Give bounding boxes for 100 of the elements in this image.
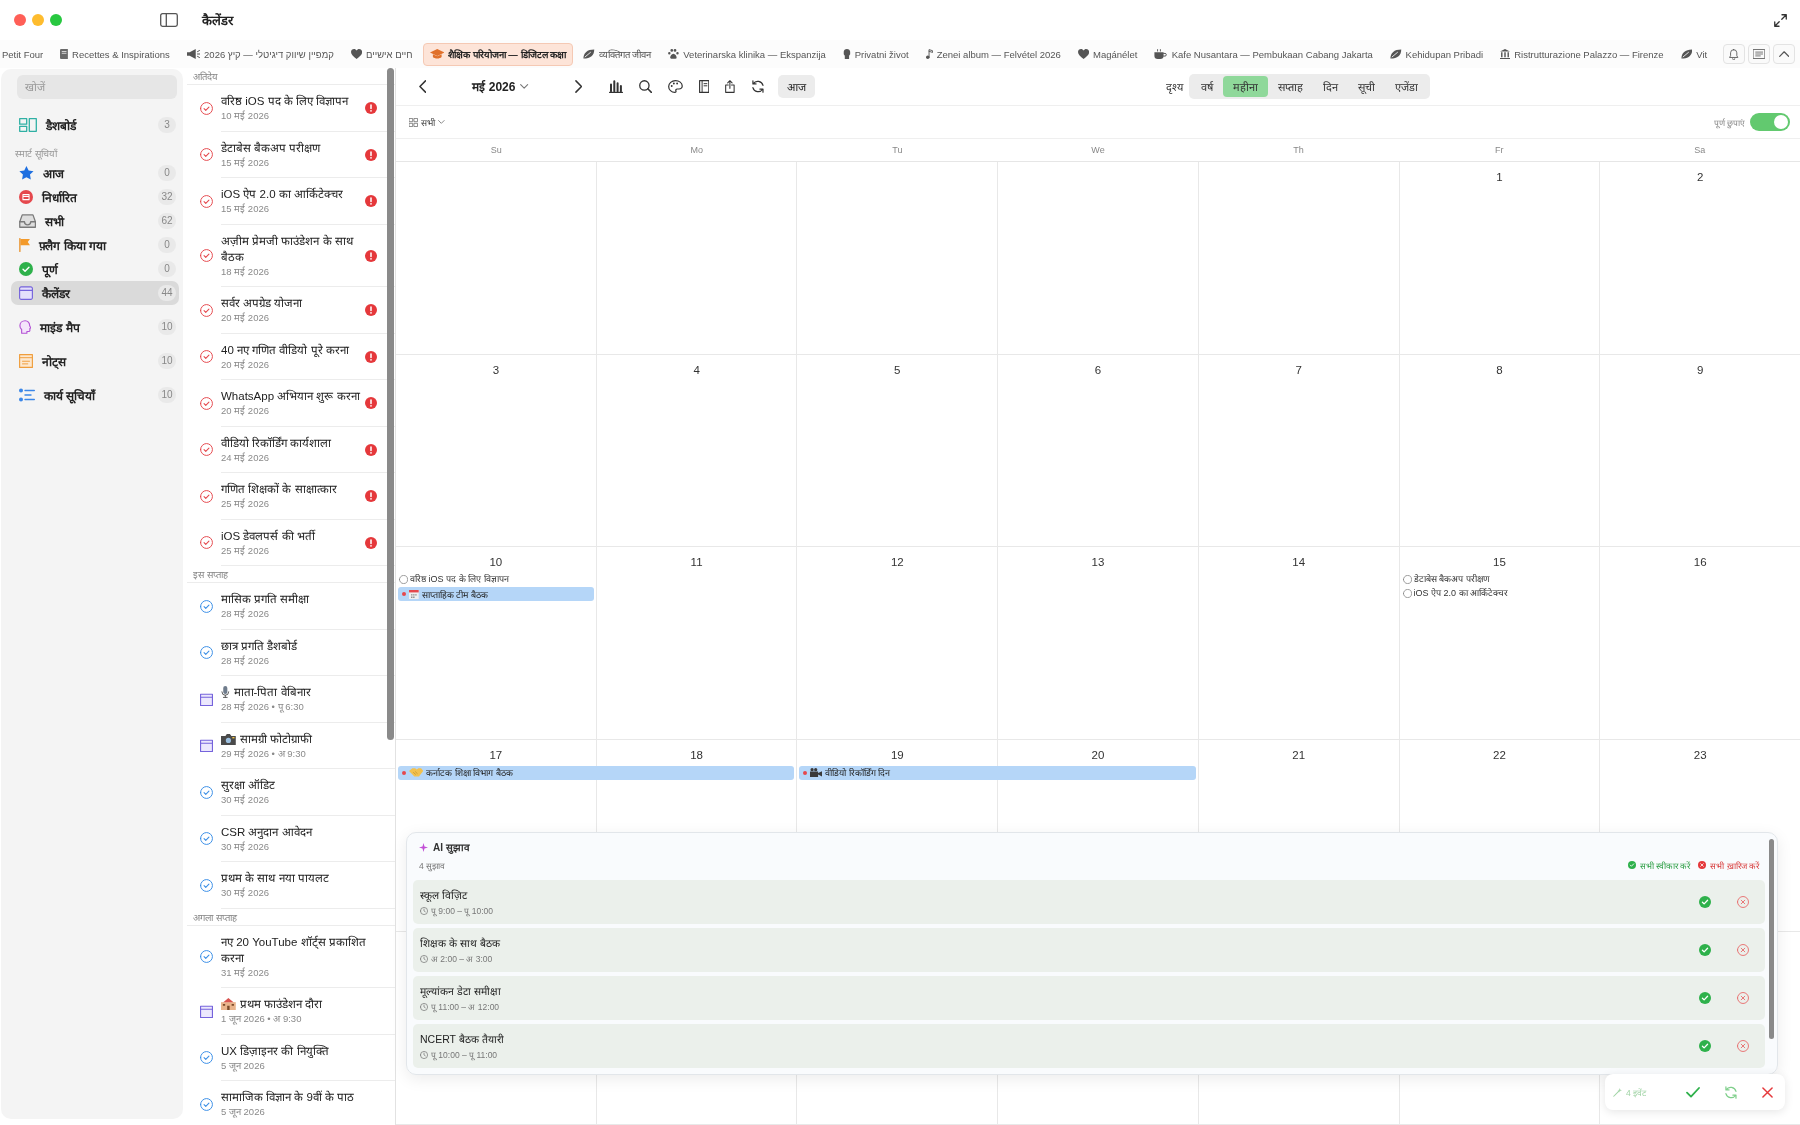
tab[interactable]: Kehidupan Pribadi <box>1382 43 1491 65</box>
toggle-switch[interactable] <box>1750 113 1790 131</box>
tab[interactable]: Ristrutturazione Palazzo — Firenze <box>1493 43 1671 65</box>
close-icon[interactable] <box>1762 1086 1773 1098</box>
view-tab[interactable]: महीना <box>1222 76 1268 97</box>
sidebar-item[interactable]: फ़्लैग किया गया 0 <box>11 233 179 257</box>
close-window-button[interactable] <box>14 14 26 26</box>
exclamation-icon <box>365 443 377 456</box>
chevron-right-icon[interactable] <box>574 80 583 93</box>
task-title[interactable]: WhatsApp अभियान शुरू करना <box>221 388 360 404</box>
tab[interactable]: शैक्षिक परियोजना — डिजिटल कक्षा <box>422 42 574 66</box>
sidebar-item[interactable]: पूर्ण 0 <box>11 257 179 281</box>
collapse-button[interactable] <box>1773 44 1795 64</box>
sidebar-item[interactable]: नोट्स 10 <box>11 349 179 373</box>
task-title[interactable]: नए 20 YouTube शॉर्ट्स प्रकाशित करना <box>221 933 377 966</box>
task-title[interactable]: डेटाबेस बैकअप परीक्षण <box>1413 573 1490 586</box>
checkbox-icon[interactable] <box>399 574 408 584</box>
sidebar-item[interactable]: माइंड मैप 10 <box>11 315 179 339</box>
tab[interactable]: Veterinarska klinika — Ekspanzija <box>661 43 833 65</box>
filter-dropdown[interactable]: सभी <box>409 115 445 129</box>
bar-chart-icon[interactable] <box>609 80 624 93</box>
notebook-icon[interactable] <box>699 80 710 93</box>
chevron-left-icon[interactable] <box>419 80 427 93</box>
palette-icon[interactable] <box>668 80 683 93</box>
panel-button[interactable] <box>1748 44 1770 64</box>
calendar-icon[interactable] <box>200 692 213 706</box>
task-date: 20 मई 2026 <box>221 311 269 325</box>
tab[interactable]: חיים אישיים <box>343 43 420 65</box>
checkbox-icon[interactable] <box>1402 574 1412 584</box>
task-title[interactable]: सुरक्षा ऑडिट <box>221 777 276 793</box>
search-icon[interactable] <box>639 80 653 93</box>
sidebar-item[interactable]: सभी 62 <box>11 209 179 233</box>
notifications-button[interactable] <box>1723 44 1745 64</box>
refresh-icon[interactable] <box>751 80 766 93</box>
task-title[interactable]: छात्र प्रगति डैशबोर्ड <box>221 637 298 654</box>
task-title[interactable]: CSR अनुदान आवेदन <box>221 823 312 840</box>
view-tab[interactable]: वर्ष <box>1190 76 1223 97</box>
tab[interactable]: Petit Four <box>0 43 51 65</box>
view-tab[interactable]: एजेंडा <box>1384 76 1428 97</box>
x-circle-icon[interactable] <box>1737 1040 1749 1052</box>
task-title[interactable]: UX डिज़ाइनर की नियुक्ति <box>221 1042 329 1059</box>
tab[interactable]: Recettes & Inspirations <box>53 43 177 65</box>
calendar-icon[interactable] <box>200 1004 213 1018</box>
sidebar-item[interactable]: कार्य सूचियाँ 10 <box>11 383 179 407</box>
task-title[interactable]: माता-पिता वेबिनार <box>233 684 311 700</box>
task-title[interactable]: सर्वर अपग्रेड योजना <box>221 295 303 311</box>
task-title[interactable]: 40 नए गणित वीडियो पूरे करना <box>221 341 349 358</box>
x-circle-icon[interactable] <box>1737 944 1749 956</box>
view-tab[interactable]: दिन <box>1312 76 1348 97</box>
checkbox-icon[interactable] <box>1402 588 1412 598</box>
tab[interactable]: Kafe Nusantara — Pembukaan Cabang Jakarta <box>1147 43 1380 65</box>
view-tab[interactable]: सप्ताह <box>1267 76 1313 97</box>
x-circle-icon[interactable] <box>1737 896 1749 908</box>
sidebar-item[interactable]: निर्धारित 32 <box>11 185 179 209</box>
reject-all-button[interactable]: सभी ख़ारिज करें <box>1698 859 1759 871</box>
task-title[interactable]: मासिक प्रगति समीक्षा <box>221 591 310 607</box>
task-title[interactable]: वरिष्ठ iOS पद के लिए विज्ञापन <box>410 573 509 586</box>
check-circle-icon[interactable] <box>1699 992 1711 1004</box>
x-circle-icon[interactable] <box>1737 992 1749 1004</box>
sidebar-item[interactable]: कैलेंडर 44 <box>11 281 179 305</box>
tab[interactable]: קמפיין שיווק דיגיטלי — קיץ 2026 <box>179 43 341 65</box>
tab[interactable]: Magánélet <box>1070 43 1145 65</box>
day-number: 15 <box>1493 556 1506 569</box>
tab[interactable]: व्यक्तिगत जीवन <box>576 42 659 66</box>
task-title[interactable]: वीडियो रिकॉर्डिंग कार्यशाला <box>221 434 332 451</box>
event-bar[interactable]: वीडियो रिकॉर्डिंग दिन <box>799 765 1196 780</box>
task-title[interactable]: अज़ीम प्रेमजी फाउंडेशन के साथ बैठक <box>221 232 361 265</box>
task-title[interactable]: iOS ऐप 2.0 का आर्किटेक्चर <box>1413 587 1509 600</box>
task-title[interactable]: iOS ऐप 2.0 का आर्किटेक्चर <box>221 186 343 202</box>
share-icon[interactable] <box>725 80 736 93</box>
task-title[interactable]: वरिष्ठ iOS पद के लिए विज्ञापन <box>221 93 349 109</box>
check-circle-icon[interactable] <box>1699 944 1711 956</box>
calendar-icon[interactable] <box>200 739 213 753</box>
task-title[interactable]: सामाजिक विज्ञान के 9वीं के पाठ <box>221 1089 355 1105</box>
scrollbar-thumb[interactable] <box>387 68 394 740</box>
task-title[interactable]: प्रथम के साथ नया पायलट <box>221 870 329 886</box>
month-picker[interactable]: मई 2026 <box>472 78 529 95</box>
expand-icon[interactable] <box>1774 13 1787 27</box>
tab[interactable]: Vit <box>1673 43 1715 65</box>
count-badge: 0 <box>158 261 176 277</box>
search-field[interactable]: खोजें <box>17 75 177 99</box>
checkmark-icon[interactable] <box>1686 1086 1701 1098</box>
scrollbar-thumb[interactable] <box>1769 839 1774 1039</box>
task-title[interactable]: गणित शिक्षकों के साक्षात्कार <box>221 481 337 497</box>
check-circle-icon[interactable] <box>1699 1040 1711 1052</box>
zoom-window-button[interactable] <box>50 14 62 26</box>
tab[interactable]: Zenei album — Felvétel 2026 <box>918 43 1068 65</box>
view-tab[interactable]: सूची <box>1347 76 1385 97</box>
event-bar[interactable]: साप्ताहिक टीम बैठक <box>398 587 594 602</box>
tab[interactable]: Privatni život <box>835 43 916 65</box>
today-button[interactable]: आज <box>778 75 816 98</box>
event-bar[interactable]: कर्नाटक शिक्षा विभाग बैठक <box>398 765 795 780</box>
task-title[interactable]: सामग्री फोटोग्राफी <box>239 730 312 747</box>
sidebar-item[interactable]: डैशबोर्ड 3 <box>11 113 179 137</box>
task-title[interactable]: प्रथम फाउंडेशन दौरा <box>239 996 323 1012</box>
task-title[interactable]: डेटाबेस बैकअप परीक्षण <box>221 139 321 156</box>
sidebar-item[interactable]: आज 0 <box>11 161 179 185</box>
sidebar-icon[interactable] <box>160 13 178 27</box>
task-title[interactable]: iOS डेवलपर्स की भर्ती <box>221 527 315 544</box>
check-circle-icon[interactable] <box>1699 896 1711 908</box>
